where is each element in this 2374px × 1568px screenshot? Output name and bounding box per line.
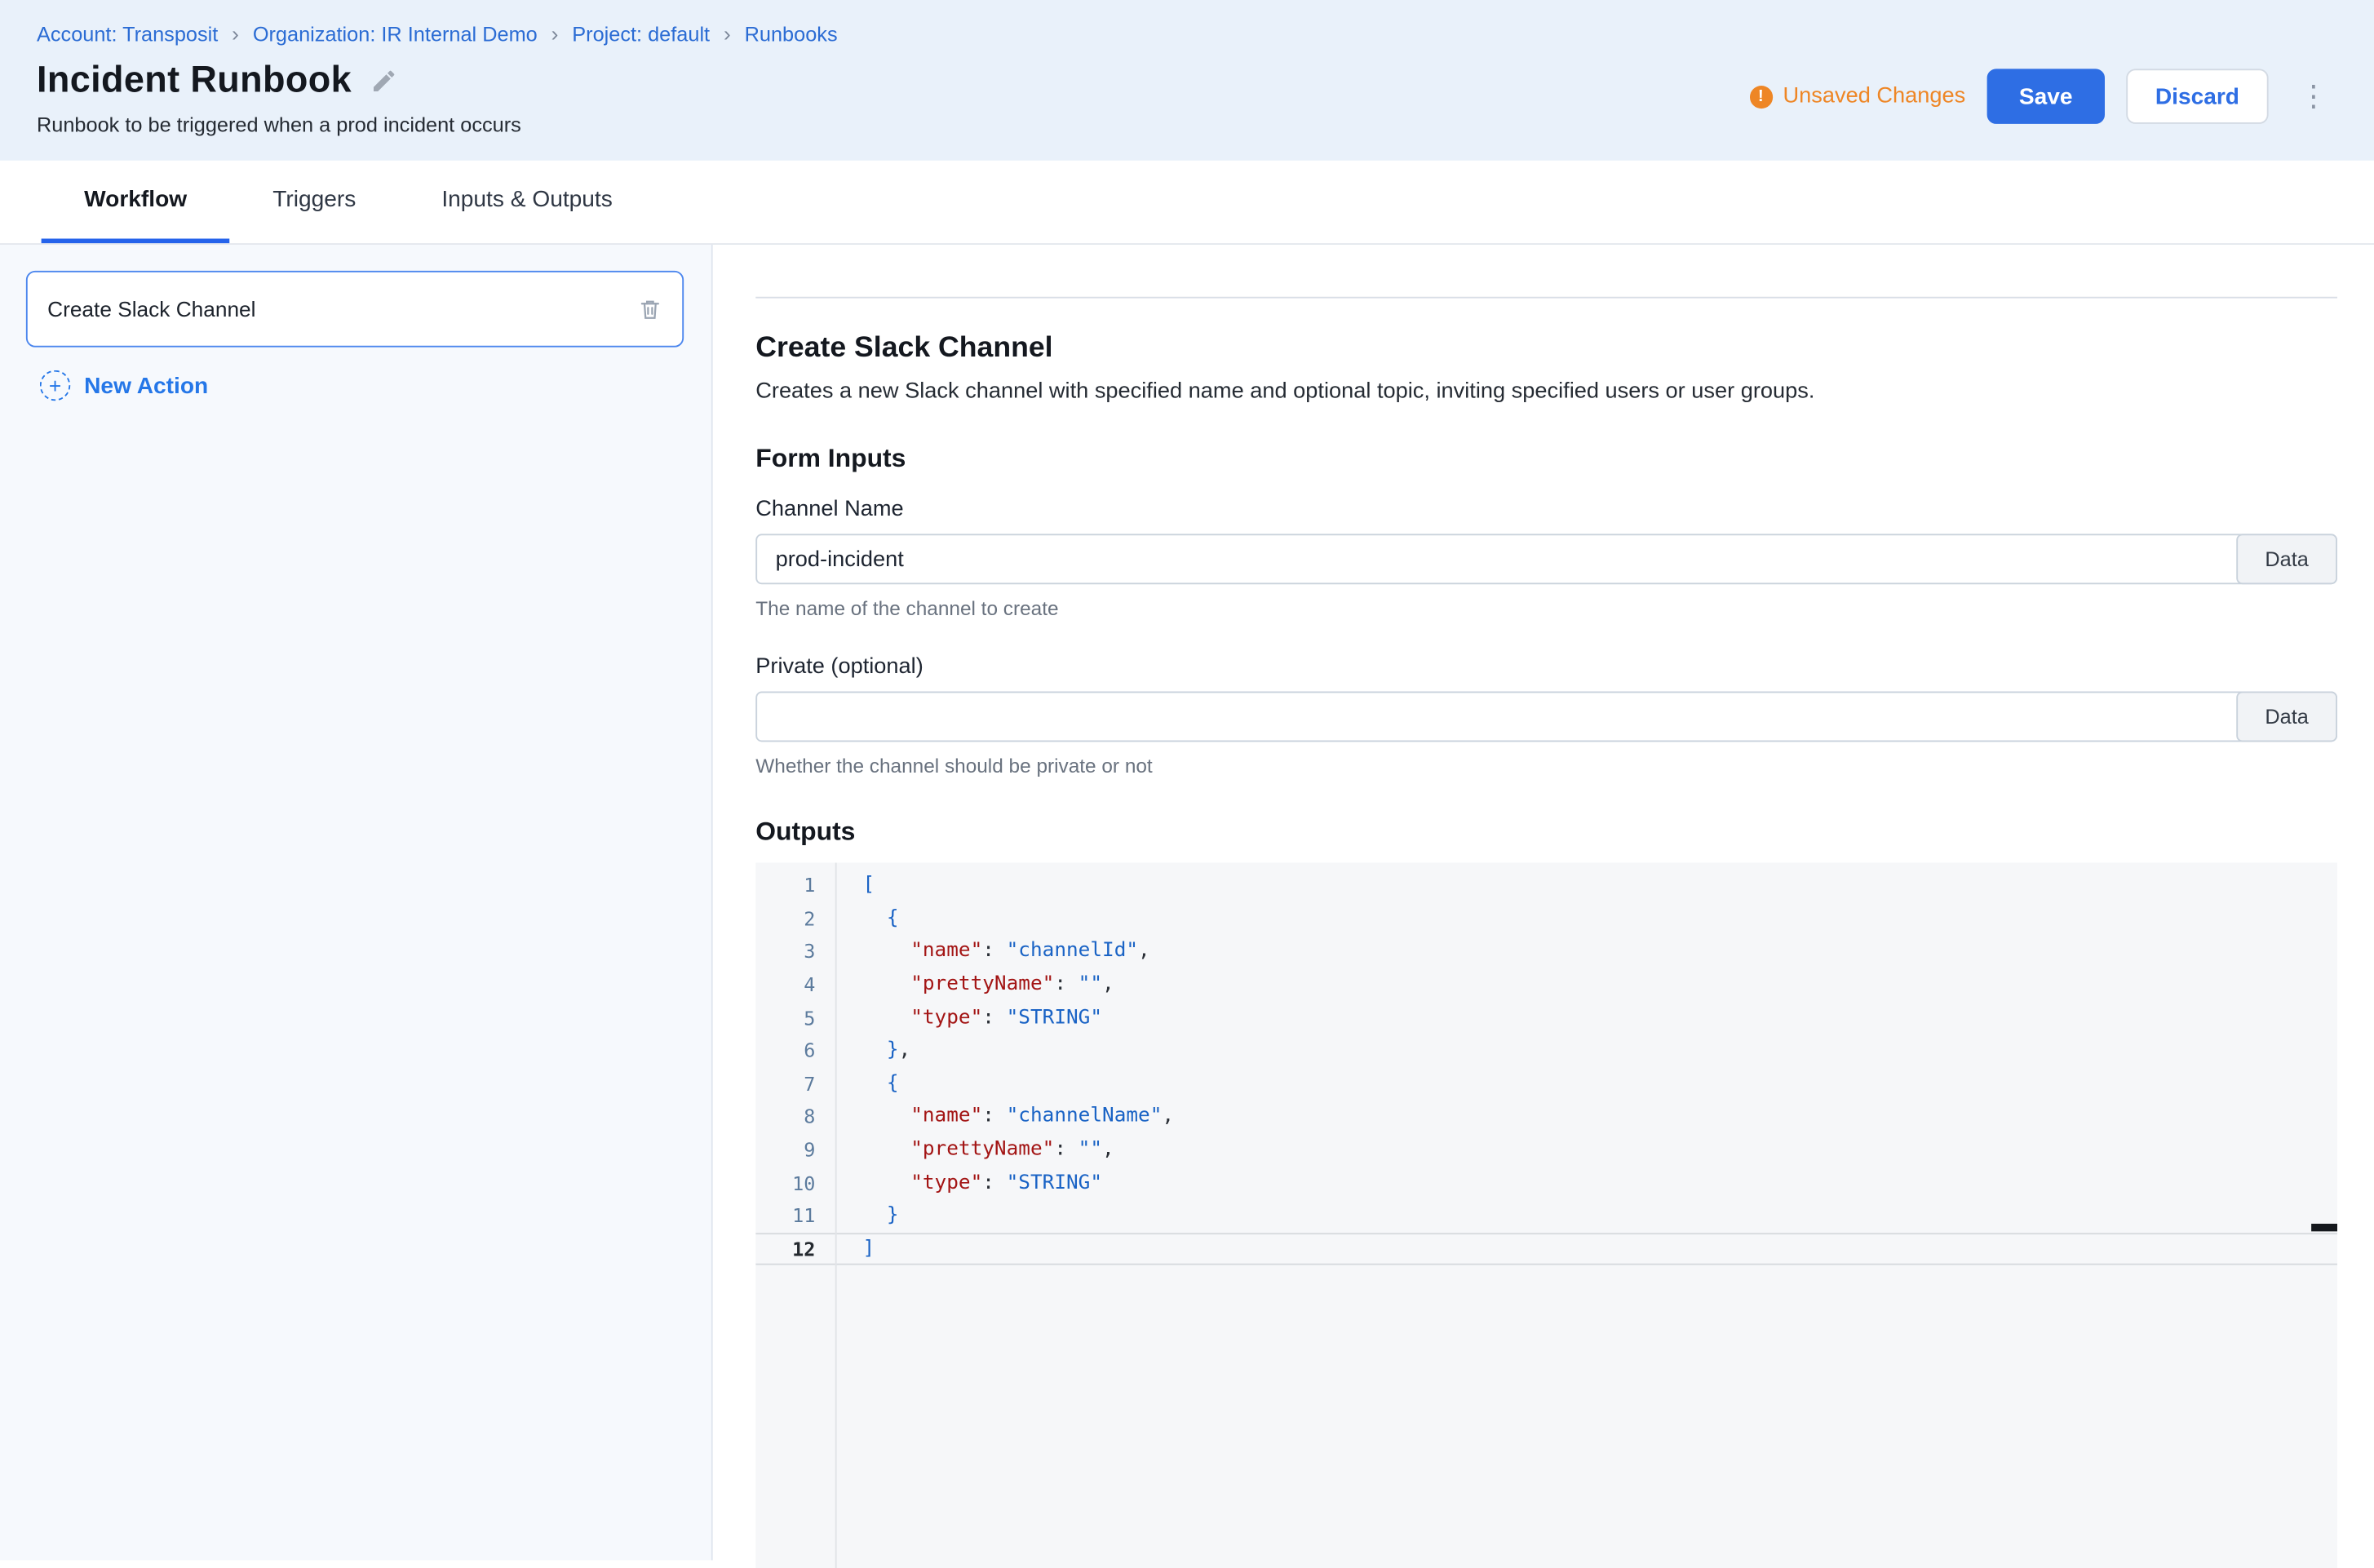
code-line: 11 } (755, 1199, 2337, 1232)
channel-name-helper: The name of the channel to create (755, 596, 2337, 619)
unsaved-changes-label: Unsaved Changes (1783, 84, 1966, 109)
outputs-code-editor[interactable]: 1[2 {3 "name": "channelId",4 "prettyName… (755, 863, 2337, 1568)
code-line: 4 "prettyName": "", (755, 968, 2337, 1000)
private-label: Private (optional) (755, 655, 2337, 680)
line-number: 6 (755, 1039, 835, 1062)
private-field-row: Data (755, 692, 2337, 742)
unsaved-changes-badge: ! Unsaved Changes (1749, 84, 1965, 109)
breadcrumb-account[interactable]: Account: Transposit (37, 22, 218, 45)
plus-icon: + (40, 370, 71, 401)
header-actions: ! Unsaved Changes Save Discard ⋮ (1749, 69, 2337, 124)
tab-inputs-outputs[interactable]: Inputs & Outputs (399, 161, 656, 243)
action-card-create-slack-channel[interactable]: Create Slack Channel (26, 271, 684, 348)
tab-triggers[interactable]: Triggers (230, 161, 399, 243)
breadcrumb-separator: › (232, 21, 239, 46)
line-number: 1 (755, 874, 835, 897)
breadcrumb-separator: › (551, 21, 559, 46)
line-number: 10 (755, 1172, 835, 1194)
breadcrumb-project[interactable]: Project: default (572, 22, 710, 45)
private-data-button[interactable]: Data (2236, 692, 2337, 742)
warning-icon: ! (1749, 85, 1772, 108)
new-action-label: New Action (84, 373, 208, 399)
action-card-label: Create Slack Channel (47, 297, 255, 321)
workflow-steps-panel: Create Slack Channel + New Action (0, 245, 713, 1561)
private-input[interactable] (755, 692, 2337, 742)
code-line: 3 "name": "channelId", (755, 935, 2337, 968)
code-line: 1[ (755, 869, 2337, 901)
code-line: 5 "type": "STRING" (755, 1001, 2337, 1034)
breadcrumb-separator: › (724, 21, 731, 46)
discard-button[interactable]: Discard (2126, 69, 2268, 124)
line-number: 12 (755, 1238, 835, 1260)
line-number: 4 (755, 973, 835, 996)
outputs-heading: Outputs (755, 817, 2337, 848)
new-action-button[interactable]: + New Action (40, 370, 684, 401)
tab-bar: Workflow Triggers Inputs & Outputs (0, 161, 2374, 245)
line-number: 7 (755, 1072, 835, 1095)
channel-name-input[interactable] (755, 534, 2337, 584)
app-window: Account: Transposit › Organization: IR I… (0, 0, 2374, 1568)
line-number: 5 (755, 1006, 835, 1029)
code-line: 2 { (755, 901, 2337, 934)
cursor-marker (2311, 1224, 2337, 1231)
code-line: 9 "prettyName": "", (755, 1133, 2337, 1166)
code-lines: 1[2 {3 "name": "channelId",4 "prettyName… (755, 863, 2337, 1265)
line-number: 3 (755, 940, 835, 963)
line-number: 9 (755, 1138, 835, 1161)
code-line: 6 }, (755, 1034, 2337, 1066)
channel-name-data-button[interactable]: Data (2236, 534, 2337, 584)
code-line: 7 { (755, 1067, 2337, 1100)
action-title: Create Slack Channel (755, 332, 2337, 365)
channel-name-field-row: Data (755, 534, 2337, 584)
overflow-menu-icon[interactable]: ⋮ (2290, 79, 2337, 114)
breadcrumb: Account: Transposit › Organization: IR I… (37, 21, 2337, 46)
breadcrumb-runbooks[interactable]: Runbooks (745, 22, 838, 45)
form-inputs-heading: Form Inputs (755, 444, 2337, 475)
code-line: 10 "type": "STRING" (755, 1166, 2337, 1198)
channel-name-label: Channel Name (755, 497, 2337, 521)
private-helper: Whether the channel should be private or… (755, 754, 2337, 777)
edit-title-icon[interactable] (370, 68, 397, 95)
page-subtitle: Runbook to be triggered when a prod inci… (37, 113, 521, 136)
action-description: Creates a new Slack channel with specifi… (755, 379, 2337, 404)
tab-workflow[interactable]: Workflow (42, 161, 230, 243)
delete-action-icon[interactable] (638, 296, 662, 322)
line-number: 8 (755, 1105, 835, 1128)
save-button[interactable]: Save (1986, 69, 2104, 124)
action-detail-panel: Create Slack Channel Creates a new Slack… (713, 245, 2374, 1561)
breadcrumb-organization[interactable]: Organization: IR Internal Demo (253, 22, 538, 45)
page-header: Account: Transposit › Organization: IR I… (0, 0, 2374, 161)
line-number: 2 (755, 907, 835, 930)
code-line: 12] (755, 1232, 2337, 1265)
page-title: Incident Runbook (37, 60, 352, 103)
detail-top-divider (755, 297, 2337, 299)
title-block: Incident Runbook Runbook to be triggered… (37, 60, 521, 136)
code-line: 8 "name": "channelName", (755, 1100, 2337, 1132)
line-number: 11 (755, 1204, 835, 1227)
